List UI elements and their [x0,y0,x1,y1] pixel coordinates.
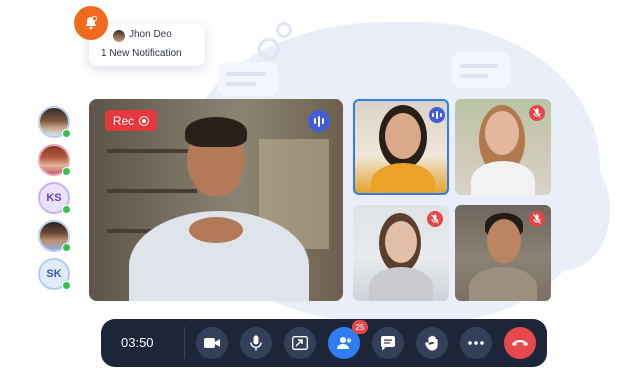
mic-muted-icon [529,211,545,227]
decorative-ring [276,22,292,38]
end-call-button[interactable] [504,327,536,359]
raise-hand-button[interactable] [416,327,448,359]
audio-wave-icon [308,110,330,132]
recording-label: Rec [112,113,135,128]
notification-sender: Jhon Deo [129,29,172,40]
bookshelf [107,189,197,193]
more-icon [468,341,484,345]
end-call-icon [512,340,528,346]
participant-video-tile[interactable] [353,99,449,195]
camera-icon [204,338,220,348]
participant-video-tile[interactable] [455,99,551,195]
participant-video-tile[interactable] [455,205,551,301]
participant-avatar[interactable] [38,106,71,138]
notification-card[interactable]: Jhon Deo 1 New Notification [89,24,205,66]
chat-button[interactable] [372,327,404,359]
share-screen-icon [292,336,308,350]
decorative-ring [258,38,280,60]
recording-indicator: Rec [105,110,157,131]
participant-video-tile[interactable] [353,205,449,301]
audio-wave-icon [429,107,445,123]
participant-avatar[interactable] [38,220,71,252]
call-control-bar: 03:50 25 [101,319,547,367]
microphone-icon [250,335,262,351]
more-options-button[interactable] [460,327,492,359]
call-timer: 03:50 [121,335,154,350]
chat-icon [380,335,395,350]
avatar [113,30,125,42]
participants-button[interactable]: 25 [328,320,368,359]
online-status-dot [62,167,71,176]
person-head [385,221,417,263]
mic-muted-icon [427,211,443,227]
online-status-dot [62,205,71,214]
person-head [485,111,519,155]
person-body [369,267,433,301]
participant-avatar[interactable]: SK [38,258,71,290]
person-body [471,161,535,195]
microphone-button[interactable] [240,327,272,359]
online-status-dot [62,243,71,252]
bell-icon[interactable] [74,6,108,40]
main-video-feed[interactable]: Rec [89,99,343,301]
mic-muted-icon [529,105,545,121]
participants-icon [337,337,352,349]
notification-text: 1 New Notification [101,48,182,59]
person-head [385,113,421,159]
bookshelf [107,149,197,153]
person-head [487,219,521,263]
share-screen-button[interactable] [284,327,316,359]
record-icon [139,115,150,126]
person-body [371,163,435,193]
raise-hand-icon [425,335,438,351]
participants-count-badge: 25 [352,320,368,334]
person-body [469,267,537,301]
participant-avatar[interactable] [38,144,71,176]
decorative-chat-bubble [218,62,278,96]
participant-avatar[interactable]: KS [38,182,71,214]
camera-button[interactable] [196,327,228,359]
divider [184,327,185,359]
decorative-chat-bubble [452,52,510,88]
person-hands [189,217,243,243]
person-hair [185,117,247,147]
online-status-dot [62,281,71,290]
online-status-dot [62,129,71,138]
